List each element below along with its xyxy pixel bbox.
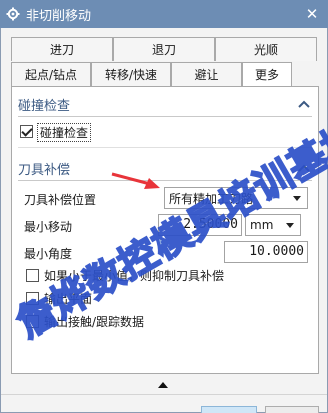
annotation-arrow bbox=[111, 172, 160, 189]
